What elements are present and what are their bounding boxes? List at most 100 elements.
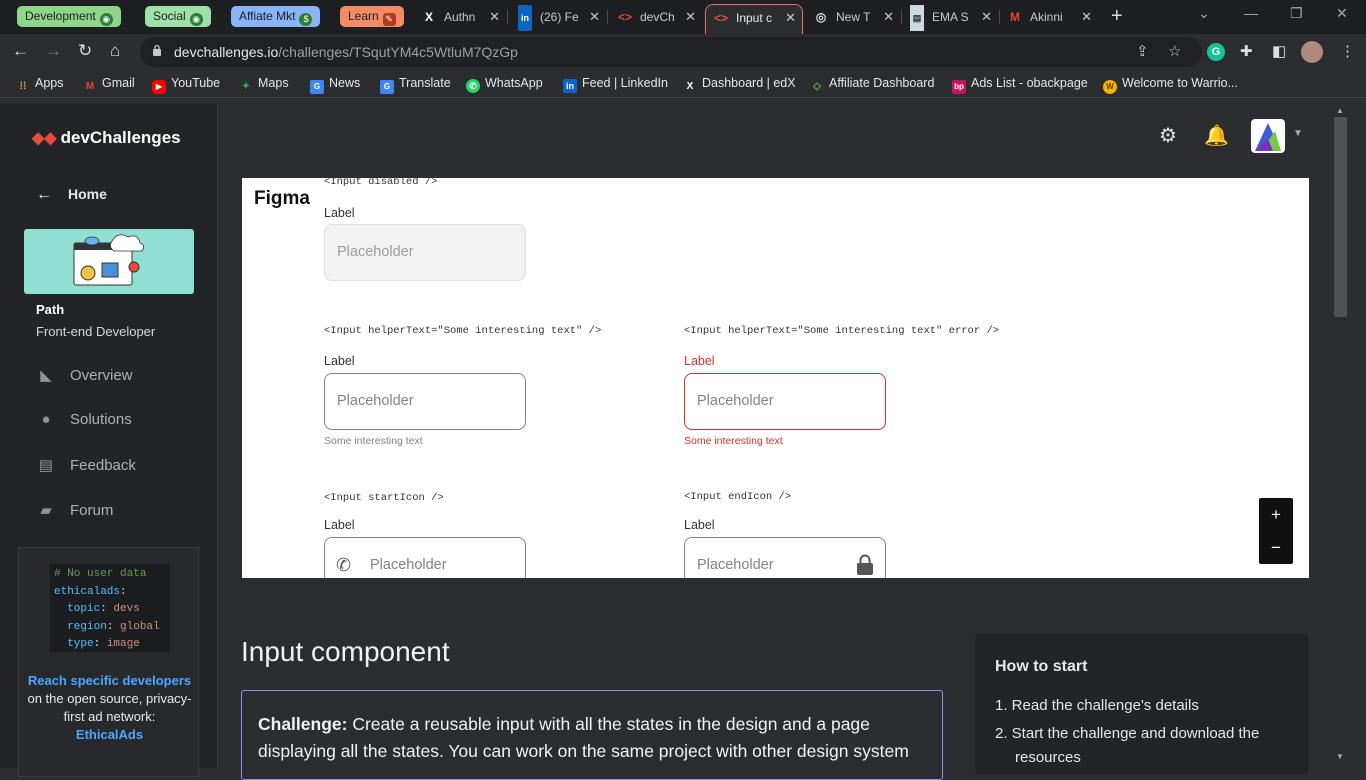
extensions-icon[interactable]: ✚ [1240, 42, 1253, 60]
sidebar-item-overview[interactable]: ◣ Overview [36, 366, 132, 384]
ad-headline-link[interactable]: Reach specific developers [28, 673, 191, 688]
side-panel-icon[interactable]: ◧ [1272, 42, 1286, 60]
bookmark-translate[interactable]: G Translate [380, 76, 451, 94]
sidebar-item-feedback[interactable]: ▤ Feedback [36, 456, 136, 474]
linkedin-icon: in [518, 5, 532, 31]
settings-gear-icon[interactable]: ⚙ [1159, 123, 1177, 148]
address-bar[interactable]: devchallenges.io/challenges/TSqutYM4c5Wt… [140, 37, 1202, 67]
scrollbar-thumb[interactable] [1334, 117, 1347, 317]
close-icon[interactable]: ✕ [589, 4, 600, 30]
close-window-icon[interactable]: ✕ [1336, 5, 1348, 22]
scroll-down-icon[interactable]: ▼ [1336, 752, 1344, 761]
tab-group-learn[interactable]: Learn ✎ [340, 6, 404, 27]
forum-icon: ▰ [40, 502, 52, 519]
bookmark-linkedin[interactable]: in Feed | LinkedIn [563, 76, 668, 93]
input-label: Label [324, 206, 355, 220]
bookmark-gmail[interactable]: M Gmail [83, 76, 135, 94]
lock-icon [857, 554, 873, 575]
tab-title: (26) Fe [540, 10, 579, 24]
tab-group-development[interactable]: Development ◉ [17, 6, 121, 27]
home-link[interactable]: ← Home [36, 186, 107, 204]
tab-separator [507, 10, 508, 24]
menu-icon[interactable]: ⋮ [1340, 42, 1355, 60]
close-icon[interactable]: ✕ [1081, 4, 1092, 30]
page-scrollbar[interactable]: ▲ ▼ [1332, 104, 1348, 768]
bookmark-label: Maps [258, 76, 289, 90]
bookmark-obackpage[interactable]: bp Ads List - obackpage [952, 76, 1088, 94]
close-icon[interactable]: ✕ [785, 5, 796, 31]
bookmark-label: Translate [399, 76, 451, 90]
tab-authn[interactable]: X Authn ✕ [414, 4, 506, 34]
path-illustration-art [73, 234, 144, 286]
figma-embed[interactable]: Figma <Input disabled /> Label Placehold… [242, 178, 1309, 578]
notification-bell-icon[interactable]: 🔔 [1204, 123, 1229, 148]
component-tag: <Input helperText="Some interesting text… [684, 325, 1000, 337]
tab-group-label: Social [153, 9, 186, 23]
chevron-down-icon[interactable]: ▼ [1293, 128, 1303, 139]
component-tag: <Input helperText="Some interesting text… [324, 325, 602, 337]
close-icon[interactable]: ✕ [489, 4, 500, 30]
star-icon[interactable]: ☆ [1168, 42, 1181, 60]
path-label: Path [36, 302, 65, 317]
tab-search-icon[interactable]: ⌄ [1198, 5, 1210, 22]
path-name[interactable]: Front-end Developer [36, 324, 155, 339]
scroll-up-icon[interactable]: ▲ [1336, 106, 1344, 115]
user-avatar[interactable] [1251, 119, 1285, 153]
zoom-in-button[interactable]: + [1259, 498, 1293, 531]
sidebar-item-forum[interactable]: ▰ Forum [36, 501, 113, 519]
brand-logo[interactable]: ◆◆ devChallenges [32, 128, 181, 148]
forward-icon[interactable]: → [45, 41, 62, 61]
tab-group-social[interactable]: Social ◉ [145, 6, 211, 27]
learn-icon: ✎ [382, 13, 396, 26]
back-icon[interactable]: ← [12, 41, 29, 61]
tab-new-tab[interactable]: ◎ New T ✕ [806, 4, 900, 34]
bookmark-affiliate[interactable]: ◇ Affiliate Dashboard [810, 76, 934, 94]
reload-icon[interactable]: ↻ [78, 41, 92, 61]
bookmark-apps[interactable]: ⁞⁞ Apps [16, 76, 64, 94]
bookmark-news[interactable]: G News [310, 76, 360, 94]
restore-icon[interactable]: ❐ [1290, 5, 1303, 22]
close-icon[interactable]: ✕ [981, 4, 992, 30]
bookmark-edx[interactable]: X Dashboard | edX [683, 76, 796, 94]
url-path: /challenges/TSqutYM4c5WtluM7QzGp [278, 44, 518, 60]
path-illustration [24, 229, 194, 294]
overview-icon: ◣ [40, 367, 52, 384]
sidebar-item-solutions[interactable]: ● Solutions [36, 411, 131, 428]
bookmark-warrior[interactable]: W Welcome to Warrio... [1103, 76, 1238, 94]
tab-input-component[interactable]: <> Input c ✕ [705, 4, 803, 34]
code-value: image [106, 638, 140, 650]
code-key: topic [67, 603, 101, 615]
close-icon[interactable]: ✕ [883, 4, 894, 30]
x-logo-icon: X [424, 10, 433, 24]
sidebar: ◆◆ devChallenges ← Home Path Front-end Dev… [0, 104, 218, 777]
home-icon[interactable]: ⌂ [110, 41, 120, 61]
bookmark-maps[interactable]: ✦ Maps [239, 76, 289, 94]
input-label: Label [684, 518, 715, 532]
youtube-icon: ▶ [152, 80, 166, 94]
bookmark-youtube[interactable]: ▶ YouTube [152, 76, 220, 94]
tab-ema[interactable]: ▤ EMA S ✕ [904, 4, 998, 34]
share-icon[interactable]: ⇪ [1136, 42, 1149, 60]
bookmark-whatsapp[interactable]: ✆ WhatsApp [466, 76, 543, 93]
page-title: Input component [241, 636, 450, 667]
tab-group-affiliate[interactable]: Affiate Mkt $ [231, 6, 321, 27]
grammarly-icon[interactable]: G [1207, 43, 1225, 61]
close-icon[interactable]: ✕ [685, 4, 696, 30]
ethicalads-link[interactable]: EthicalAds [76, 727, 143, 742]
profile-avatar[interactable] [1301, 41, 1323, 63]
gmail-icon: M [1010, 10, 1020, 24]
tab-devchallenges[interactable]: <> devCh ✕ [610, 4, 702, 34]
ethicalads-card[interactable]: # No user data ethicalads: topic: devs r… [18, 547, 199, 777]
globe-icon: ◉ [99, 13, 113, 26]
chrome-icon: ◎ [815, 10, 827, 24]
apps-grid-icon: ⁞⁞ [19, 81, 27, 92]
devchallenges-icon: <> [618, 10, 633, 24]
minimize-icon[interactable]: — [1244, 5, 1258, 21]
challenge-heading: Challenge: [258, 714, 348, 734]
tab-linkedin[interactable]: in (26) Fe ✕ [510, 4, 606, 34]
new-tab-button[interactable]: + [1111, 5, 1123, 28]
challenge-description: Challenge: Create a reusable input with … [241, 690, 943, 780]
zoom-out-button[interactable]: − [1259, 531, 1293, 564]
tab-gmail[interactable]: M Akinni ✕ [1002, 4, 1098, 34]
code-key: region [67, 620, 107, 633]
